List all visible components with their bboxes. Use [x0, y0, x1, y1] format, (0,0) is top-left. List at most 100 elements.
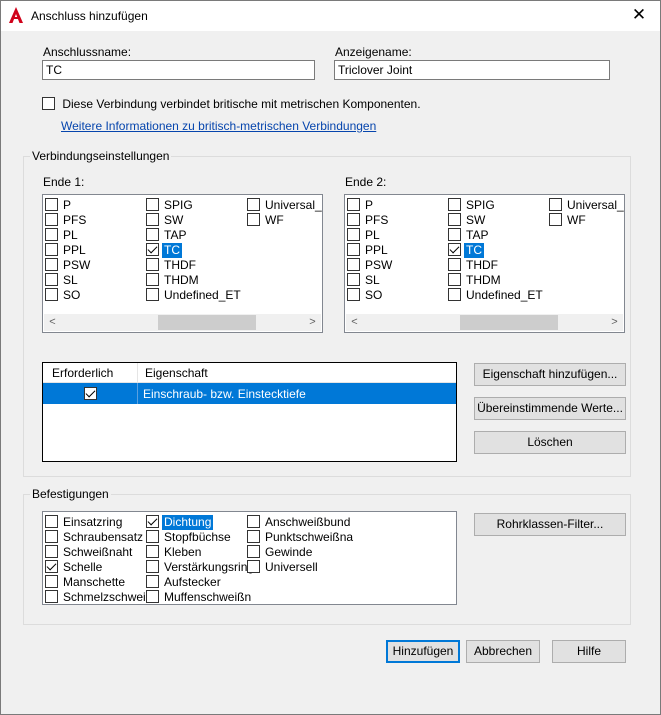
list-item[interactable]: PSW: [346, 258, 394, 273]
list-item[interactable]: SW: [447, 213, 545, 228]
list-item[interactable]: Dichtung: [145, 515, 256, 530]
list-item[interactable]: PL: [44, 228, 92, 243]
list-item-checkbox[interactable]: [247, 515, 260, 528]
list-item[interactable]: PL: [346, 228, 394, 243]
list-item[interactable]: THDF: [447, 258, 545, 273]
list-item[interactable]: Aufstecker: [145, 575, 256, 590]
list-item-checkbox[interactable]: [146, 575, 159, 588]
end2-scrollbar[interactable]: < >: [346, 314, 623, 331]
list-item-checkbox[interactable]: [448, 228, 461, 241]
matching-values-button[interactable]: Übereinstimmende Werte...: [474, 397, 626, 420]
list-item-checkbox[interactable]: [146, 258, 159, 271]
list-item[interactable]: Universal_E: [246, 198, 322, 213]
list-item[interactable]: Einsatzring: [44, 515, 155, 530]
column-separator[interactable]: [137, 363, 138, 383]
list-item-checkbox[interactable]: [45, 228, 58, 241]
list-item[interactable]: Punktschweißna: [246, 530, 355, 545]
list-item-checkbox[interactable]: [45, 198, 58, 211]
list-item-checkbox[interactable]: [146, 273, 159, 286]
list-item-checkbox[interactable]: [146, 198, 159, 211]
end1-listbox[interactable]: P PFS PL PPL PSW SL SO SPIG SW TAP TC THDF THDM Unde…: [42, 194, 323, 333]
list-item-checkbox[interactable]: [45, 575, 58, 588]
list-item-checkbox[interactable]: [448, 273, 461, 286]
list-item-checkbox[interactable]: [146, 243, 159, 256]
list-item[interactable]: PPL: [346, 243, 394, 258]
list-item[interactable]: SO: [346, 288, 394, 303]
table-row[interactable]: Einschraub- bzw. Einstecktiefe: [43, 383, 456, 404]
list-item-checkbox[interactable]: [247, 198, 260, 211]
list-item-checkbox[interactable]: [347, 213, 360, 226]
list-item-checkbox[interactable]: [448, 288, 461, 301]
list-item[interactable]: PFS: [44, 213, 92, 228]
list-item[interactable]: SL: [44, 273, 92, 288]
close-icon[interactable]: ✕: [628, 5, 650, 25]
list-item-checkbox[interactable]: [247, 545, 260, 558]
fasteners-listbox[interactable]: Einsatzring Schraubensatz Schweißnaht Schel…: [42, 511, 457, 605]
help-button[interactable]: Hilfe: [552, 640, 626, 663]
list-item-checkbox[interactable]: [45, 288, 58, 301]
list-item-checkbox[interactable]: [45, 530, 58, 543]
list-item-checkbox[interactable]: [247, 530, 260, 543]
list-item[interactable]: P: [346, 198, 394, 213]
scroll-right-icon[interactable]: >: [606, 314, 623, 331]
list-item-checkbox[interactable]: [45, 545, 58, 558]
list-item-checkbox[interactable]: [45, 515, 58, 528]
list-item-checkbox[interactable]: [45, 273, 58, 286]
list-item[interactable]: Schweißnaht: [44, 545, 155, 560]
list-item-checkbox[interactable]: [247, 213, 260, 226]
add-property-button[interactable]: Eigenschaft hinzufügen...: [474, 363, 626, 386]
list-item-checkbox[interactable]: [549, 198, 562, 211]
list-item[interactable]: Stopfbüchse: [145, 530, 256, 545]
scroll-right-icon[interactable]: >: [304, 314, 321, 331]
list-item[interactable]: THDF: [145, 258, 243, 273]
connection-name-input[interactable]: [42, 60, 315, 80]
list-item-checkbox[interactable]: [45, 243, 58, 256]
list-item[interactable]: SPIG: [145, 198, 243, 213]
list-item[interactable]: SO: [44, 288, 92, 303]
delete-button[interactable]: Löschen: [474, 431, 626, 454]
list-item-checkbox[interactable]: [45, 213, 58, 226]
list-item[interactable]: PSW: [44, 258, 92, 273]
list-item-checkbox[interactable]: [146, 530, 159, 543]
list-item[interactable]: PFS: [346, 213, 394, 228]
column-property-header[interactable]: Eigenschaft: [145, 366, 208, 380]
list-item[interactable]: TC: [145, 243, 243, 258]
list-item[interactable]: TAP: [145, 228, 243, 243]
list-item-checkbox[interactable]: [146, 515, 159, 528]
list-item[interactable]: Manschette: [44, 575, 155, 590]
list-item[interactable]: Kleben: [145, 545, 256, 560]
list-item-checkbox[interactable]: [45, 590, 58, 603]
list-item-checkbox[interactable]: [146, 228, 159, 241]
list-item[interactable]: TC: [447, 243, 545, 258]
list-item-checkbox[interactable]: [448, 198, 461, 211]
cancel-button[interactable]: Abbrechen: [466, 640, 540, 663]
list-item[interactable]: Universal_E: [548, 198, 624, 213]
list-item-checkbox[interactable]: [146, 213, 159, 226]
list-item[interactable]: Undefined_ET: [447, 288, 545, 303]
scroll-left-icon[interactable]: <: [44, 314, 61, 331]
list-item[interactable]: PPL: [44, 243, 92, 258]
list-item[interactable]: Verstärkungsring: [145, 560, 256, 575]
list-item-checkbox[interactable]: [347, 228, 360, 241]
list-item-checkbox[interactable]: [347, 288, 360, 301]
pipe-class-filter-button[interactable]: Rohrklassen-Filter...: [474, 513, 626, 536]
list-item-checkbox[interactable]: [45, 258, 58, 271]
list-item[interactable]: SL: [346, 273, 394, 288]
list-item[interactable]: P: [44, 198, 92, 213]
list-item-checkbox[interactable]: [549, 213, 562, 226]
list-item[interactable]: Gewinde: [246, 545, 355, 560]
list-item[interactable]: TAP: [447, 228, 545, 243]
list-item-checkbox[interactable]: [347, 198, 360, 211]
list-item-checkbox[interactable]: [146, 288, 159, 301]
list-item-checkbox[interactable]: [347, 273, 360, 286]
add-button[interactable]: Hinzufügen: [386, 640, 460, 663]
scroll-thumb[interactable]: [158, 315, 256, 330]
list-item[interactable]: Muffenschweißn: [145, 590, 256, 604]
scroll-left-icon[interactable]: <: [346, 314, 363, 331]
list-item[interactable]: Schelle: [44, 560, 155, 575]
list-item[interactable]: SW: [145, 213, 243, 228]
end1-scrollbar[interactable]: < >: [44, 314, 321, 331]
column-required-header[interactable]: Erforderlich: [52, 366, 113, 380]
scroll-thumb[interactable]: [460, 315, 558, 330]
list-item[interactable]: SPIG: [447, 198, 545, 213]
